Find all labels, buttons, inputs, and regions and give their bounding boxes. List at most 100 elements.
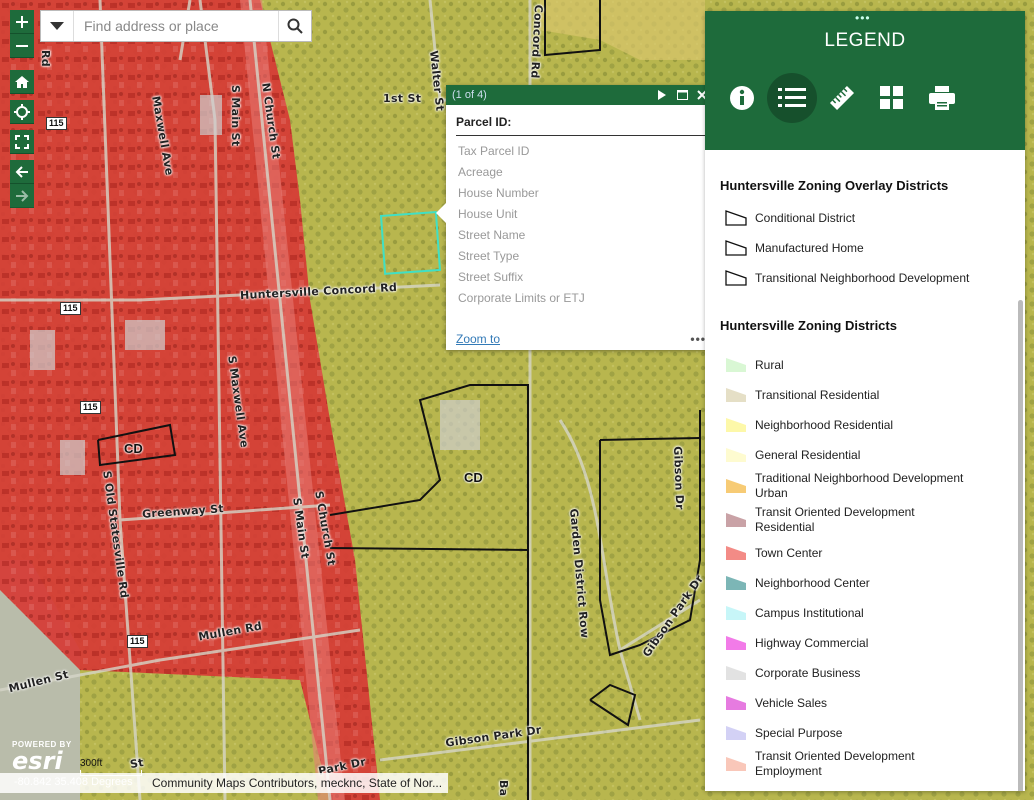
legend-list-icon	[778, 88, 806, 107]
home-button[interactable]	[10, 70, 34, 94]
plus-icon	[16, 15, 28, 28]
route-shield: 115	[60, 302, 81, 315]
popup-field: Street Type	[458, 249, 520, 263]
road-label: Gibson Dr	[671, 446, 687, 511]
popup-header: (1 of 4)	[446, 85, 716, 105]
zoning-label: CD	[464, 470, 483, 485]
popup-field: Street Name	[458, 228, 526, 242]
route-shield: 115	[80, 401, 101, 414]
arrow-left-icon	[15, 165, 28, 178]
road-label: 1st St	[383, 92, 422, 105]
district-color-swatch	[726, 448, 746, 462]
popup-field: Street Suffix	[458, 270, 524, 284]
fullscreen-button[interactable]	[10, 130, 34, 154]
legend-item: Town Center	[725, 545, 970, 561]
district-color-swatch	[726, 606, 746, 620]
print-tool-button[interactable]	[917, 73, 967, 123]
legend-item-label: General Residential	[755, 447, 861, 462]
nav-controls	[10, 70, 34, 94]
locate-button[interactable]	[10, 100, 34, 124]
panel-toolbar	[717, 73, 967, 123]
district-color-swatch	[726, 358, 746, 372]
esri-wordmark: esri	[12, 747, 63, 775]
legend-item: Transitional Neighborhood Development	[725, 270, 969, 286]
history-controls	[10, 160, 34, 208]
legend-item-label: Neighborhood Center	[755, 575, 870, 590]
legend-item-label: Manufactured Home	[755, 240, 864, 255]
zoom-controls	[10, 10, 34, 58]
popup-fields: Tax Parcel ID Acreage House Number House…	[446, 141, 716, 309]
district-color-swatch	[726, 388, 746, 402]
panel-title: LEGEND	[824, 30, 906, 51]
popup-next-button[interactable]	[654, 87, 670, 103]
print-icon	[929, 86, 955, 110]
legend-item: Special Purpose	[725, 725, 970, 741]
search-input[interactable]	[74, 11, 278, 41]
coordinate-readout: -80.842 35.408 Degrees	[14, 776, 133, 788]
search-source-dropdown[interactable]	[41, 11, 74, 41]
legend-content[interactable]: Huntersville Zoning Overlay Districts Co…	[705, 150, 1025, 791]
road-label: S Main St	[229, 85, 242, 147]
info-icon	[730, 86, 754, 110]
basemap-tool-button[interactable]	[867, 73, 917, 123]
zoom-out-button[interactable]	[10, 34, 34, 58]
about-tool-button[interactable]	[717, 73, 767, 123]
district-color-swatch	[726, 636, 746, 650]
home-icon	[15, 75, 29, 88]
next-extent-button[interactable]	[10, 184, 34, 208]
arrow-right-icon	[16, 189, 29, 202]
esri-logo[interactable]: POWERED BY esri	[12, 740, 72, 773]
measure-ruler-icon	[829, 85, 855, 111]
legend-item-label: Neighborhood Residential	[755, 417, 894, 432]
parcel-popup: (1 of 4) Parcel ID: Tax Parcel ID Acreag…	[436, 85, 716, 350]
district-color-swatch	[726, 546, 746, 560]
popup-field: House Number	[458, 186, 539, 200]
popup-more-button[interactable]: •••	[690, 332, 706, 346]
road-label: Ba	[497, 780, 510, 797]
popup-title: Parcel ID:	[456, 115, 710, 136]
panel-drag-handle[interactable]: •••	[855, 12, 871, 24]
zoom-in-button[interactable]	[10, 10, 34, 34]
maximize-icon	[676, 90, 688, 100]
panel-header: ••• LEGEND	[705, 11, 1025, 150]
legend-scrollbar[interactable]	[1018, 300, 1023, 791]
overlay-outline-swatch	[725, 240, 747, 256]
popup-field: Corporate Limits or ETJ	[458, 291, 585, 305]
measure-tool-button[interactable]	[817, 73, 867, 123]
road-label: Rd	[39, 50, 52, 67]
legend-item-label: Transitional Residential	[755, 387, 880, 402]
legend-item-label: Conditional District	[755, 210, 856, 225]
play-next-icon	[658, 90, 666, 100]
legend-tool-button[interactable]	[767, 73, 817, 123]
popup-feature-count: (1 of 4)	[452, 89, 487, 101]
district-color-swatch	[726, 418, 746, 432]
minus-icon	[16, 44, 28, 47]
popup-field: Acreage	[458, 165, 503, 179]
district-color-swatch	[726, 576, 746, 590]
previous-extent-button[interactable]	[10, 160, 34, 184]
district-color-swatch	[726, 757, 746, 771]
legend-item-label: Vehicle Sales	[755, 695, 828, 710]
district-color-swatch	[726, 666, 746, 680]
popup-footer: Zoom to •••	[456, 332, 706, 346]
zoom-to-link[interactable]: Zoom to	[456, 332, 500, 346]
legend-item: Rural	[725, 357, 970, 373]
route-shield: 115	[127, 635, 148, 648]
zoning-label: CD	[124, 441, 143, 456]
popup-maximize-button[interactable]	[674, 87, 690, 103]
legend-item-label: Transitional Neighborhood Development	[755, 270, 970, 285]
district-color-swatch	[726, 726, 746, 740]
legend-item-label: Town Center	[755, 545, 823, 560]
legend-item: Traditional Neighborhood Development Urb…	[725, 471, 970, 501]
locate-controls	[10, 100, 34, 124]
search-button[interactable]	[278, 11, 311, 41]
fullscreen-controls	[10, 130, 34, 154]
scale-bar: 300ft	[80, 758, 142, 776]
locate-icon	[14, 103, 30, 120]
legend-item: Neighborhood Residential	[725, 417, 970, 433]
legend-item: Highway Commercial	[725, 635, 970, 651]
zoning-districts-heading: Huntersville Zoning Districts	[720, 318, 897, 333]
chevron-down-icon	[50, 22, 64, 30]
overlay-outline-swatch	[725, 270, 747, 286]
legend-panel: ••• LEGEND Huntersville Zoning Overlay D…	[705, 11, 1025, 791]
